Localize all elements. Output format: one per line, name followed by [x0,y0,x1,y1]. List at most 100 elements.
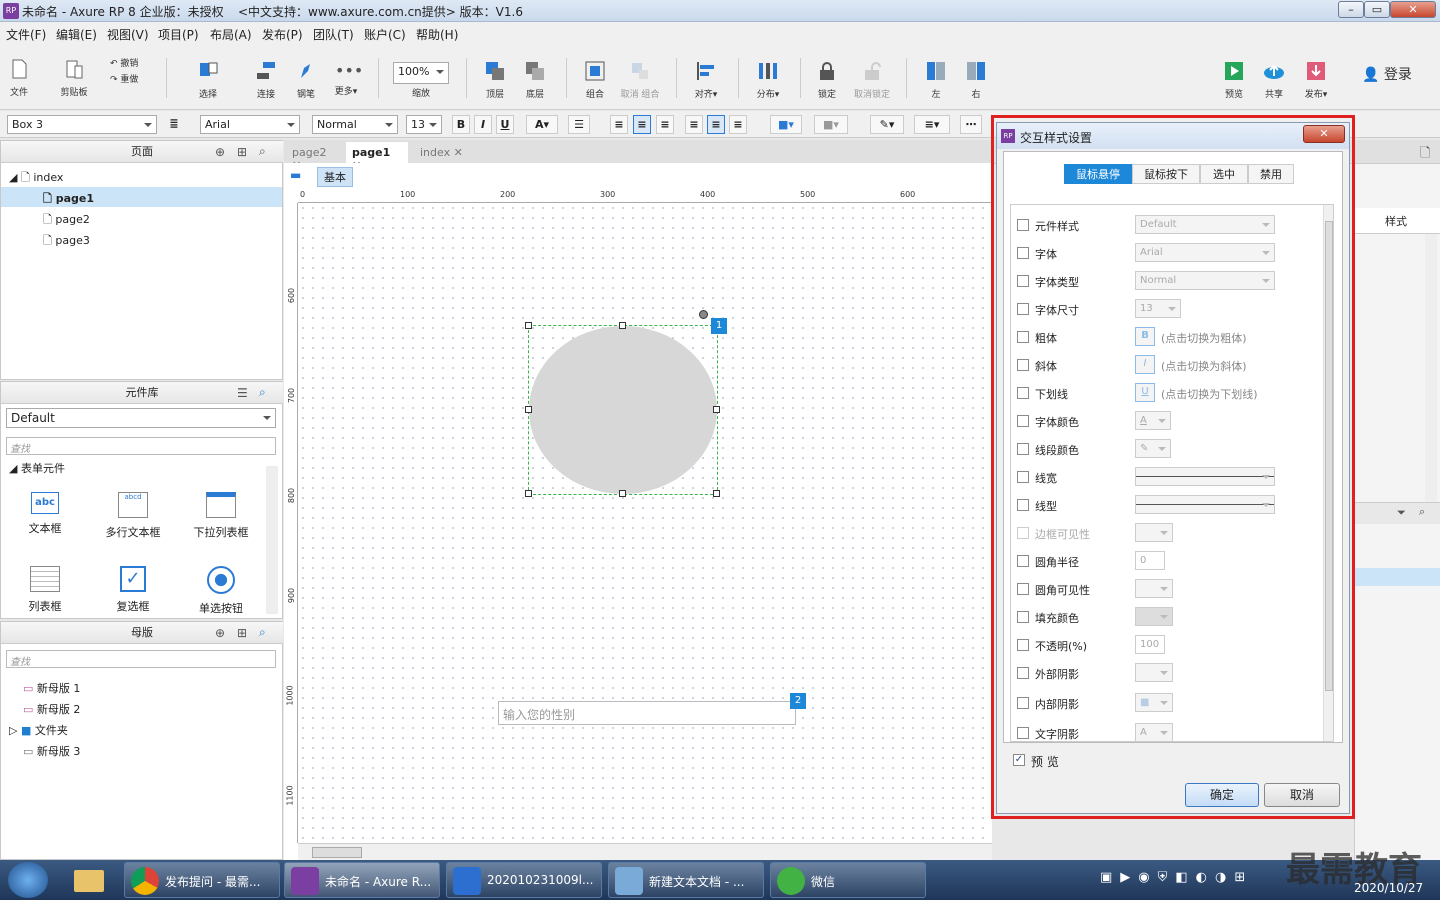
prop-row-bold[interactable]: 粗体 B (点击切换为粗体) [1017,327,1317,347]
checkbox[interactable] [1017,219,1029,231]
scrollbar-thumb[interactable] [312,847,362,858]
bullet-list-button[interactable]: ☰ [568,115,590,134]
resize-handle[interactable] [619,322,626,329]
tree-item-page3[interactable]: 🗋 page3 [43,232,90,251]
align-left-button[interactable]: ≡ [610,115,628,134]
pencil-icon[interactable]: ✎ [1135,439,1171,458]
adaptive-view-base[interactable]: 基本 [317,167,353,187]
ellipse-shape[interactable] [529,326,717,494]
master-item[interactable]: ▭ 新母版 1 [23,680,80,696]
search-icon[interactable]: ⌕ [259,385,266,400]
inspector-scrollbar[interactable] [1425,234,1437,504]
menu-project[interactable]: 项目(P) [158,26,199,43]
font-select[interactable]: Arial [200,115,300,134]
prop-row-line-style[interactable]: 线型 [1017,495,1317,515]
redo-button[interactable]: ↷ 重做 [110,72,150,85]
canvas-grid[interactable]: 1 输入您的性别 2 [298,203,992,843]
library-scrollbar[interactable] [266,466,278,614]
checkbox[interactable] [1017,275,1029,287]
tree-item-page2[interactable]: 🗋 page2 [43,211,90,230]
library-select[interactable]: Default [6,408,276,428]
menu-layout[interactable]: 布局(A) [210,26,252,43]
cancel-button[interactable]: 取消 [1264,783,1340,807]
bold-button[interactable]: B [452,115,470,134]
prop-row-inner-shadow[interactable]: 内部阴影 ■ [1017,693,1317,713]
preview-button[interactable]: 预览 [1220,60,1248,100]
master-item[interactable]: ▭ 新母版 3 [23,743,80,759]
add-page-icon[interactable]: ⊕ [215,145,225,159]
publish-button[interactable]: 发布▾ [1300,60,1332,100]
menu-account[interactable]: 账户(C) [364,26,406,43]
widget-group-header[interactable]: ◢ 表单元件 [9,460,65,476]
master-folder[interactable]: ▷ ■ 文件夹 [9,722,68,738]
design-canvas[interactable]: ▬ 基本 0 100 200 300 400 500 600 600 700 8… [284,163,992,860]
menu-publish[interactable]: 发布(P) [262,26,303,43]
checkbox[interactable] [1017,443,1029,455]
font-style-select[interactable]: Normal [312,115,398,134]
prop-row-font-size[interactable]: 字体尺寸 13 [1017,299,1317,319]
prop-row-underline[interactable]: 下划线 U (点击切换为下划线) [1017,383,1317,403]
filter-icon[interactable]: ⏷ [1397,506,1406,520]
more-button[interactable]: ••• 更多▾ [330,60,364,97]
masters-search-input[interactable]: 查找 [6,650,276,668]
align-right-button[interactable]: ≡ [656,115,674,134]
resize-handle[interactable] [619,490,626,497]
font-size-select[interactable]: 13 [406,115,442,134]
menu-icon[interactable]: ☰ [237,386,248,400]
widget-name-field[interactable]: Box 3 [7,115,157,134]
line-width-button[interactable]: ≡▾ [914,115,950,134]
explorer-icon[interactable] [66,862,114,898]
bring-to-top-button[interactable]: 顶层 [480,60,510,100]
align-button[interactable]: 对齐▾ [688,60,724,100]
search-icon[interactable]: ⌕ [259,144,266,159]
properties-scrollbar[interactable] [1323,205,1333,741]
clipboard-button[interactable]: 剪贴板 [56,58,92,98]
interaction-badge[interactable]: 1 [711,318,727,334]
checkbox[interactable] [1017,471,1029,483]
search-icon[interactable]: ⌕ [259,625,266,640]
prop-row-line-color[interactable]: 线段颜色 ✎ [1017,439,1317,459]
maximize-button[interactable]: ▭ [1364,1,1390,18]
search-icon[interactable]: ⌕ [1419,505,1425,519]
tree-item-index[interactable]: ◢ 🗋 index [9,169,63,188]
prop-row-corner-visibility[interactable]: 圆角可见性 [1017,579,1317,599]
right-panel-button[interactable]: 右 [962,60,990,100]
resize-handle[interactable] [713,490,720,497]
menu-view[interactable]: 视图(V) [107,26,149,43]
left-panel-button[interactable]: 左 [922,60,950,100]
menu-edit[interactable]: 编辑(E) [56,26,97,43]
pen-button[interactable]: 钢笔 [292,60,320,100]
add-folder-icon[interactable]: ⊞ [237,145,247,159]
prop-row-corner-radius[interactable]: 圆角半径 0 [1017,551,1317,571]
prop-row-font-type[interactable]: 字体类型 Normal [1017,271,1317,291]
align-bottom-button[interactable]: ≡ [729,115,747,134]
italic-button[interactable]: I [474,115,492,134]
checkbox[interactable] [1017,611,1029,623]
minimize-button[interactable]: – [1338,1,1364,18]
tab-index[interactable]: index ✕ [414,142,470,164]
checkbox[interactable] [1017,727,1029,739]
widget-text-field[interactable]: abc 文本框 [5,492,85,536]
interaction-badge[interactable]: 2 [790,693,806,709]
resize-handle[interactable] [525,406,532,413]
style-icon[interactable]: ≣ [165,115,183,134]
outline-selected-row[interactable] [1355,568,1440,586]
checkbox[interactable] [1017,555,1029,567]
tab-style[interactable]: 样式 [1355,208,1440,234]
taskbar-item-notepad[interactable]: 新建文本文档 - ... [608,862,764,898]
line-style-button[interactable]: ⋯ [960,115,982,134]
resize-handle[interactable] [525,322,532,329]
system-tray-icons[interactable]: ▣▶◉⛨◧◐◑⊞ [1100,870,1280,890]
ellipse-shape-selected[interactable]: 1 [525,310,727,497]
close-window-button[interactable]: ✕ [1390,1,1436,18]
prop-row-fill-color[interactable]: 填充颜色 [1017,607,1317,627]
close-icon[interactable]: ✕ [454,146,463,159]
prop-row-text-shadow[interactable]: 文字阴影 A [1017,723,1317,741]
gender-text-field[interactable]: 输入您的性别 [498,701,796,725]
prop-row-font[interactable]: 字体 Arial [1017,243,1317,263]
page-notes-icon[interactable]: 🗋 [1420,144,1430,166]
rotate-handle[interactable] [699,310,708,319]
prop-row-font-color[interactable]: 字体颜色 A [1017,411,1317,431]
prop-row-outer-shadow[interactable]: 外部阴影 [1017,663,1317,683]
tree-item-page1[interactable]: 🗋 page1 [1,187,282,207]
